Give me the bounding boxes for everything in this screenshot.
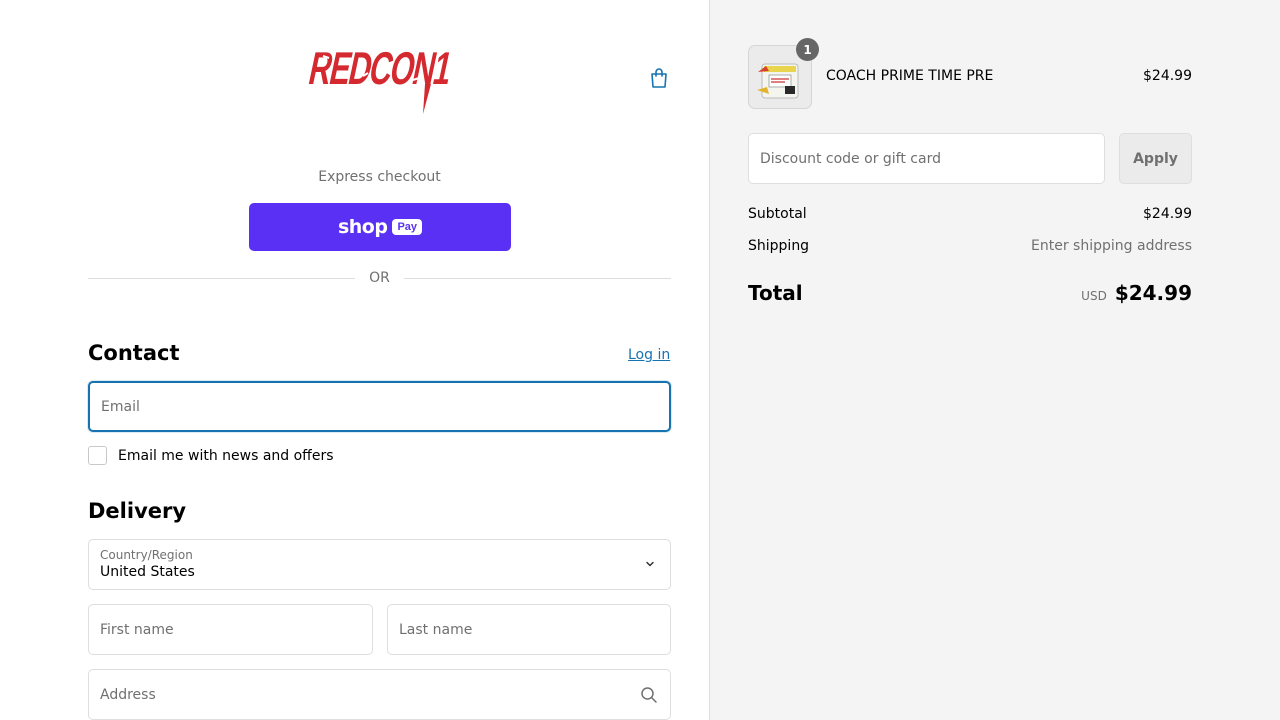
- or-divider: OR: [88, 268, 671, 288]
- shopping-bag-icon[interactable]: [647, 66, 671, 90]
- delivery-heading: Delivery: [88, 499, 187, 523]
- shipping-row: Shipping Enter shipping address: [748, 238, 1192, 254]
- product-name: COACH PRIME TIME PRE: [826, 68, 994, 84]
- last-name-input[interactable]: [388, 605, 670, 654]
- address-field-wrapper: [88, 669, 671, 720]
- subtotal-value: $24.99: [1143, 206, 1192, 222]
- country-value: United States: [100, 564, 195, 580]
- shipping-value: Enter shipping address: [1031, 238, 1192, 254]
- last-name-field-wrapper: [387, 604, 671, 655]
- divider-line-right: [403, 277, 671, 279]
- first-name-field-wrapper: [88, 604, 373, 655]
- country-select[interactable]: Country/Region United States: [88, 539, 671, 590]
- first-name-input[interactable]: [89, 605, 372, 654]
- total-currency: USD: [1081, 289, 1107, 303]
- search-icon: [641, 687, 657, 703]
- chevron-down-icon: [646, 561, 654, 567]
- email-field-wrapper: [88, 381, 671, 432]
- newsletter-label[interactable]: Email me with news and offers: [118, 448, 334, 464]
- address-input[interactable]: [89, 670, 670, 719]
- subtotal-row: Subtotal $24.99: [748, 206, 1192, 222]
- shop-pay-wordmark: shop: [337, 216, 388, 238]
- express-checkout-label: Express checkout: [318, 169, 441, 185]
- contact-heading: Contact: [88, 341, 180, 365]
- login-link[interactable]: Log in: [628, 347, 670, 363]
- or-text: OR: [369, 270, 390, 286]
- email-input[interactable]: [90, 383, 669, 430]
- brand-logo[interactable]: REDCON1: [303, 36, 458, 116]
- country-label: Country/Region: [100, 548, 193, 562]
- checkout-main: REDCON1 Express checkout shop Pay OR Con…: [0, 0, 709, 720]
- newsletter-checkbox[interactable]: [88, 446, 107, 465]
- shipping-label: Shipping: [748, 238, 810, 254]
- total-row: Total USD $24.99: [748, 281, 1192, 305]
- shop-pay-badge: Pay: [392, 219, 423, 235]
- shop-pay-button[interactable]: shop Pay: [249, 203, 511, 251]
- discount-field-wrapper: [748, 133, 1105, 184]
- total-amount-group: USD $24.99: [1081, 281, 1192, 305]
- total-label: Total: [748, 281, 803, 305]
- subtotal-label: Subtotal: [748, 206, 807, 222]
- newsletter-option: Email me with news and offers: [88, 446, 334, 465]
- quantity-badge: 1: [796, 38, 819, 61]
- apply-discount-button[interactable]: Apply: [1119, 133, 1192, 184]
- product-price: $24.99: [1143, 68, 1192, 84]
- svg-text:REDCON1: REDCON1: [305, 42, 457, 93]
- total-value: $24.99: [1114, 281, 1192, 305]
- divider-line-left: [88, 277, 356, 279]
- discount-input[interactable]: [749, 134, 1104, 183]
